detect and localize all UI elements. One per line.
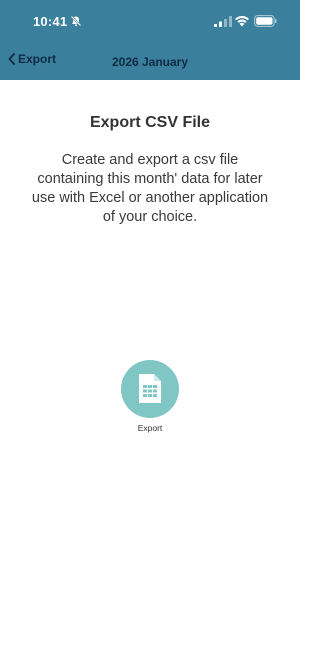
export-button-label: Export [137,423,163,433]
status-bar: 10:41 [0,0,300,42]
export-button[interactable] [121,360,179,418]
content-title: Export CSV File [89,114,211,131]
battery-icon [254,15,277,27]
csv-file-icon [139,374,161,403]
header: 10:41 Export 2026 January [0,0,300,80]
export-csv-screen: 10:41 Export 2026 January Export CSV Fil… [0,0,300,650]
navigation-bar: Export 2026 January [0,42,300,80]
bell-off-icon [70,15,82,27]
wifi-icon [235,16,249,27]
page-title: 2026 January [111,55,189,69]
signal-icon [214,16,232,27]
content-description: Create and export a csv file containing … [31,152,269,225]
status-time: 10:41 [33,14,68,29]
